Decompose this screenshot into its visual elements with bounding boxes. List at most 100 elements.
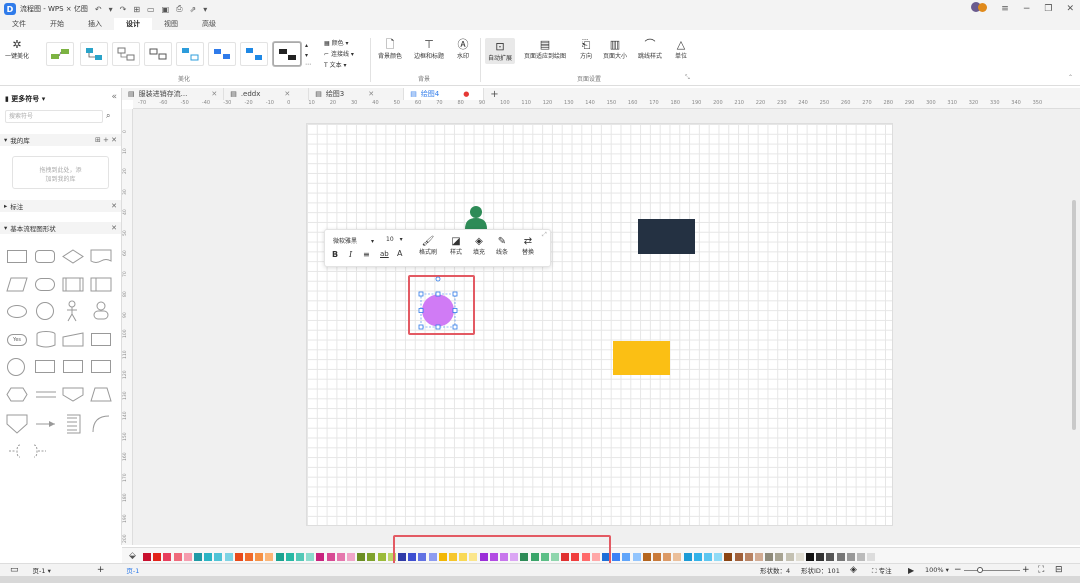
close-icon[interactable]: ✕: [111, 224, 117, 232]
open-folder-icon[interactable]: ▭: [147, 5, 155, 14]
fill-button[interactable]: ◈ 填充: [471, 236, 487, 256]
color-swatch[interactable]: [714, 553, 723, 561]
unit-button[interactable]: △ 单位: [675, 38, 687, 60]
page-tab[interactable]: 页-1: [126, 565, 139, 575]
bold-icon[interactable]: B: [332, 250, 338, 259]
person-shape[interactable]: [463, 205, 489, 229]
close-icon[interactable]: ✕: [1066, 4, 1074, 14]
color-option[interactable]: ▦ 颜色 ▾: [324, 38, 349, 47]
unsaved-dot-icon[interactable]: ●: [463, 90, 469, 98]
color-swatch[interactable]: [245, 553, 253, 561]
replace-button[interactable]: ⇄ 替换: [520, 236, 536, 256]
align-icon[interactable]: ≡: [363, 250, 370, 259]
color-swatch[interactable]: [846, 553, 855, 561]
circle-shape[interactable]: [36, 302, 54, 320]
focus-button[interactable]: ⛶ 专注: [872, 565, 892, 576]
merge-line-shape[interactable]: [35, 387, 57, 402]
doc-tab-3[interactable]: ▤ 绘图3 ✕: [309, 88, 405, 100]
close-icon[interactable]: ✕: [111, 202, 117, 210]
rounded-shape[interactable]: [35, 250, 55, 263]
zoom-level[interactable]: 100% ▾: [925, 566, 949, 574]
more-symbols[interactable]: ▮ 更多符号 ▾: [5, 94, 45, 104]
zoom-slider[interactable]: [964, 570, 1020, 571]
page-select[interactable]: 页-1 ▾: [33, 565, 51, 575]
loop-limit-shape[interactable]: [90, 387, 112, 402]
note-shape[interactable]: [63, 414, 81, 434]
color-swatch[interactable]: [704, 553, 712, 561]
border-title-button[interactable]: ⊤ 边框和标题: [414, 38, 444, 60]
gallery-up-icon[interactable]: ▴: [305, 42, 308, 49]
collapse-panel-icon[interactable]: «: [111, 92, 117, 102]
color-swatch[interactable]: [663, 553, 672, 561]
more-icon[interactable]: ▾: [203, 5, 207, 14]
yes-shape[interactable]: Yes: [7, 334, 27, 346]
theme-style-6[interactable]: [208, 42, 236, 66]
print-icon[interactable]: ⎙: [176, 4, 182, 14]
color-swatch[interactable]: [326, 553, 335, 561]
layers-icon[interactable]: ◈: [850, 565, 857, 575]
color-swatch[interactable]: [357, 553, 366, 561]
undo-icon[interactable]: ↶: [95, 5, 102, 14]
color-swatch[interactable]: [316, 553, 325, 561]
process-shape[interactable]: [7, 250, 27, 263]
italic-icon[interactable]: I: [349, 250, 352, 259]
export-icon[interactable]: ⇗: [190, 5, 197, 14]
page-view-icon[interactable]: ▭: [10, 565, 19, 575]
card-shape[interactable]: [91, 333, 111, 346]
restore-icon[interactable]: ❐: [1044, 4, 1052, 14]
color-swatch[interactable]: [347, 553, 355, 561]
watermark-button[interactable]: Ⓐ 水印: [457, 38, 469, 60]
color-swatch[interactable]: [377, 553, 386, 561]
auto-expand-button[interactable]: ⊡ 自动扩展: [485, 38, 516, 64]
tab-design[interactable]: 设计: [114, 18, 152, 30]
sub-process-shape[interactable]: [63, 360, 83, 373]
close-tab-icon[interactable]: ✕: [368, 90, 374, 98]
connector-option[interactable]: ⌐ 连接线 ▾: [324, 49, 354, 58]
tab-advanced[interactable]: 高级: [190, 18, 228, 30]
manual-input-shape[interactable]: [62, 332, 84, 347]
color-swatch[interactable]: [653, 553, 661, 561]
my-library-row[interactable]: ▾ 我的库 ⊞ + ✕: [0, 134, 121, 146]
color-swatch[interactable]: [724, 553, 733, 561]
ellipse-shape[interactable]: [7, 305, 27, 318]
color-swatch[interactable]: [143, 553, 151, 561]
vertical-scrollbar[interactable]: [1072, 200, 1076, 430]
theme-style-7[interactable]: [240, 42, 268, 66]
rotate-handle[interactable]: [435, 276, 441, 282]
color-swatch[interactable]: [224, 553, 233, 561]
circle-shape-selected[interactable]: [415, 276, 463, 332]
gallery-more-icon[interactable]: ⋯: [305, 61, 311, 68]
search-icon[interactable]: ⌕: [106, 111, 110, 121]
color-swatch[interactable]: [857, 553, 865, 561]
data-shape[interactable]: [6, 277, 28, 292]
symbol-search-input[interactable]: 搜索符号: [5, 110, 103, 123]
theme-style-2[interactable]: [80, 42, 108, 66]
tab-insert[interactable]: 插入: [76, 18, 114, 30]
color-swatch[interactable]: [367, 553, 376, 561]
color-swatch[interactable]: [816, 553, 825, 561]
delay-shape[interactable]: [91, 360, 111, 373]
direction-button[interactable]: ⎗ 方向: [580, 38, 592, 60]
fill-bucket-icon[interactable]: ⬙: [129, 551, 136, 561]
color-swatch[interactable]: [204, 553, 213, 561]
library-drop-area[interactable]: 拖拽到此处，添 加到我的库: [12, 156, 109, 189]
shield-shape[interactable]: [6, 414, 28, 434]
add-page-icon[interactable]: +: [97, 565, 105, 575]
theme-style-5[interactable]: [176, 42, 204, 66]
redo-icon[interactable]: ↷: [120, 5, 127, 14]
color-swatch[interactable]: [693, 553, 702, 561]
color-swatch[interactable]: [234, 553, 243, 561]
tab-file[interactable]: 文件: [0, 18, 38, 30]
new-file-icon[interactable]: ⊞: [133, 5, 140, 14]
database-shape[interactable]: [35, 331, 57, 348]
color-swatch[interactable]: [836, 553, 845, 561]
color-swatch[interactable]: [775, 553, 784, 561]
color-swatch[interactable]: [622, 553, 631, 561]
page-size-button[interactable]: ▥ 页面大小: [603, 38, 627, 60]
user-icon[interactable]: [92, 300, 110, 320]
color-swatch[interactable]: [632, 553, 641, 561]
color-swatch[interactable]: [612, 553, 621, 561]
font-select[interactable]: 微软雅黑 ▾: [333, 236, 374, 245]
tab-home[interactable]: 开始: [38, 18, 76, 30]
add-tab-icon[interactable]: +: [490, 89, 498, 100]
